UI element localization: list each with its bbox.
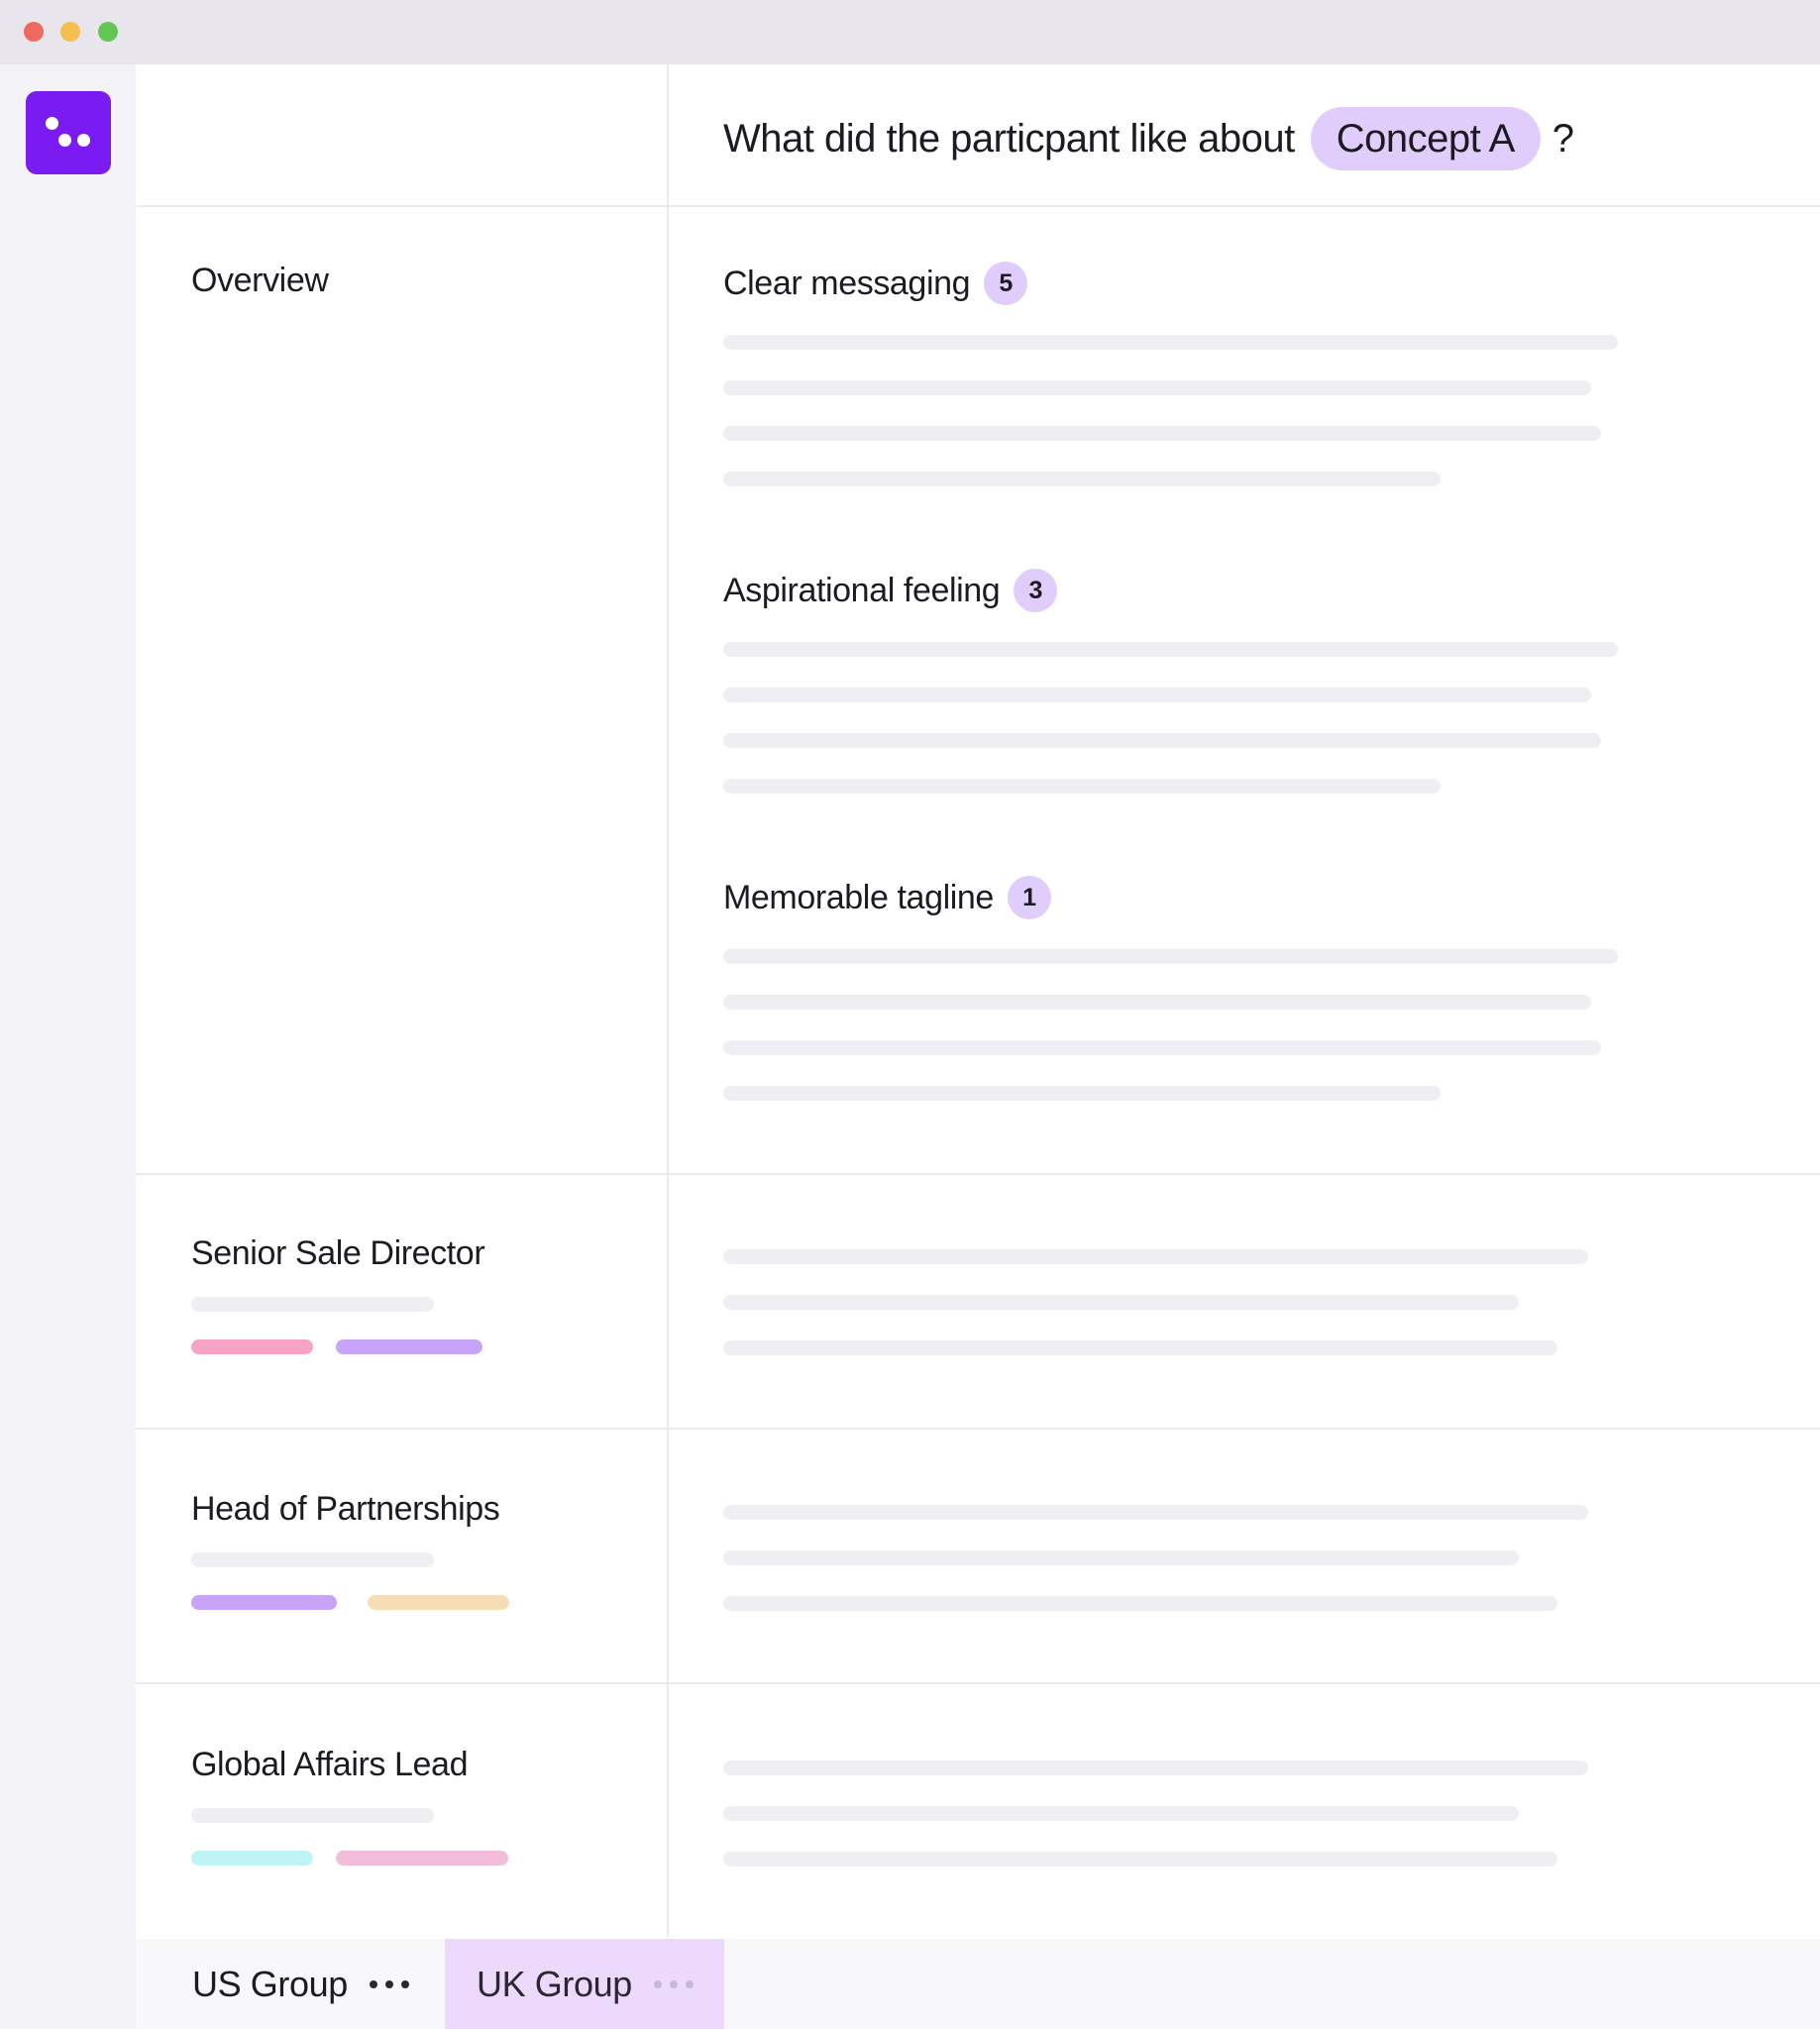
sidebar-rail [0, 64, 136, 2029]
skeleton-line [723, 335, 1618, 350]
skeleton-line [723, 1040, 1601, 1055]
title-bar [0, 0, 1820, 64]
skeleton-line [723, 1806, 1519, 1821]
tab-us-group[interactable]: US Group [136, 1939, 445, 2029]
skeleton-line [723, 1086, 1441, 1101]
tab-label: US Group [192, 1963, 348, 2004]
tag-chip[interactable] [368, 1595, 509, 1610]
app-logo-icon[interactable] [26, 91, 111, 174]
participant-role[interactable]: Head of Partnerships [191, 1490, 500, 1529]
skeleton-line [723, 1550, 1519, 1565]
question-mark: ? [1552, 116, 1574, 160]
skeleton-line [723, 380, 1591, 395]
tag-chip[interactable] [336, 1339, 482, 1354]
column-divider [667, 64, 669, 1937]
count-badge: 3 [1014, 569, 1058, 612]
skeleton-line [723, 1761, 1588, 1775]
tag-chip[interactable] [336, 1851, 508, 1866]
theme-title: Clear messaging [723, 264, 971, 302]
close-window-button[interactable] [24, 22, 44, 42]
skeleton-line [723, 995, 1591, 1010]
skeleton-line [191, 1297, 434, 1312]
more-horizontal-icon[interactable] [369, 1979, 417, 1988]
theme-title: Memorable tagline [723, 878, 994, 916]
header-divider [136, 205, 1820, 207]
theme-heading[interactable]: Clear messaging 5 [723, 262, 1028, 305]
skeleton-line [723, 688, 1591, 702]
maximize-window-button[interactable] [98, 22, 118, 42]
tag-chip[interactable] [191, 1851, 313, 1866]
row-divider [136, 1682, 1820, 1684]
tag-chip[interactable] [191, 1595, 337, 1610]
minimize-window-button[interactable] [60, 22, 80, 42]
skeleton-line [723, 426, 1601, 441]
skeleton-line [723, 472, 1441, 486]
skeleton-line [191, 1808, 434, 1823]
concept-pill[interactable]: Concept A [1310, 107, 1541, 170]
participant-role[interactable]: Senior Sale Director [191, 1234, 485, 1273]
count-badge: 1 [1007, 876, 1051, 919]
section-divider [136, 1173, 1820, 1175]
skeleton-line [723, 1249, 1588, 1264]
skeleton-line [723, 642, 1618, 657]
overview-label: Overview [191, 262, 329, 299]
theme-heading[interactable]: Memorable tagline 1 [723, 876, 1051, 919]
tab-label: UK Group [477, 1963, 632, 2004]
more-horizontal-icon[interactable] [653, 1979, 701, 1988]
tag-chip[interactable] [191, 1339, 313, 1354]
skeleton-line [191, 1552, 434, 1567]
row-divider [136, 1428, 1820, 1430]
theme-title: Aspirational feeling [723, 571, 1001, 609]
app-window: What did the particpant like about Conce… [0, 0, 1820, 2029]
question-text: What did the particpant like about [723, 116, 1295, 160]
tab-uk-group[interactable]: UK Group [445, 1939, 724, 2029]
skeleton-line [723, 1852, 1557, 1867]
skeleton-line [723, 779, 1441, 794]
group-tab-bar: US Group UK Group [136, 1939, 1820, 2029]
count-badge: 5 [984, 262, 1028, 305]
skeleton-line [723, 1596, 1557, 1611]
skeleton-line [723, 949, 1618, 964]
skeleton-line [723, 1295, 1519, 1310]
skeleton-line [723, 733, 1601, 748]
participant-role[interactable]: Global Affairs Lead [191, 1746, 468, 1784]
skeleton-line [723, 1505, 1588, 1520]
skeleton-line [723, 1340, 1557, 1355]
theme-heading[interactable]: Aspirational feeling 3 [723, 569, 1058, 612]
question-heading: What did the particpant like about Conce… [723, 105, 1574, 172]
